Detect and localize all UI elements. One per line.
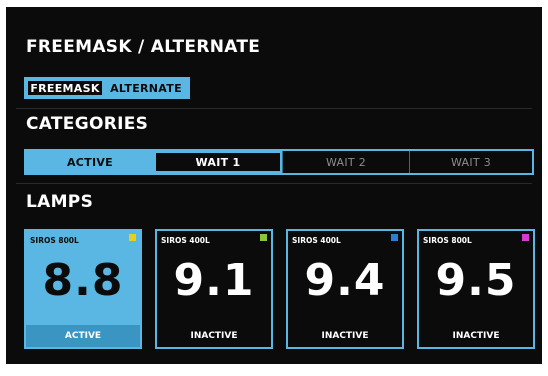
lamp-card-3[interactable]: SIROS 400L 9.4 INACTIVE bbox=[286, 229, 404, 349]
lamp-status: ACTIVE bbox=[26, 325, 140, 347]
control-panel: FREEMASK / ALTERNATE FREEMASK ALTERNATE … bbox=[6, 7, 542, 364]
lamps-title: LAMPS bbox=[26, 192, 94, 212]
lamp-status: INACTIVE bbox=[190, 331, 238, 341]
categories-title: CATEGORIES bbox=[26, 114, 149, 134]
lamp-color-swatch bbox=[522, 234, 529, 241]
lamp-value: 8.8 bbox=[42, 255, 124, 306]
lamp-card-1[interactable]: SIROS 800L 8.8 ACTIVE bbox=[24, 229, 142, 349]
divider bbox=[16, 108, 532, 109]
alternate-option[interactable]: ALTERNATE bbox=[104, 79, 188, 97]
lamp-card-4[interactable]: SIROS 800L 9.5 INACTIVE bbox=[417, 229, 535, 349]
lamp-color-swatch bbox=[260, 234, 267, 241]
tab-wait-2[interactable]: WAIT 2 bbox=[282, 151, 409, 173]
tab-active[interactable]: ACTIVE bbox=[26, 151, 154, 173]
lamp-name: SIROS 800L bbox=[30, 236, 79, 245]
tab-wait-1[interactable]: WAIT 1 bbox=[154, 151, 282, 173]
divider bbox=[16, 183, 532, 184]
lamp-value: 9.1 bbox=[173, 255, 255, 306]
lamp-value: 9.5 bbox=[435, 255, 517, 306]
lamp-color-swatch bbox=[129, 234, 136, 241]
lamp-color-swatch bbox=[391, 234, 398, 241]
lamp-name: SIROS 400L bbox=[292, 236, 341, 245]
lamp-name: SIROS 400L bbox=[161, 236, 210, 245]
lamp-status: INACTIVE bbox=[321, 331, 369, 341]
lamp-value: 9.4 bbox=[304, 255, 386, 306]
lamp-card-2[interactable]: SIROS 400L 9.1 INACTIVE bbox=[155, 229, 273, 349]
lamp-status: INACTIVE bbox=[452, 331, 500, 341]
lamp-name: SIROS 800L bbox=[423, 236, 472, 245]
freemask-title: FREEMASK / ALTERNATE bbox=[26, 37, 261, 57]
freemask-toggle: FREEMASK ALTERNATE bbox=[24, 77, 190, 99]
categories-tabs: ACTIVE WAIT 1 WAIT 2 WAIT 3 bbox=[24, 149, 534, 175]
freemask-option[interactable]: FREEMASK bbox=[26, 79, 104, 97]
tab-wait-3[interactable]: WAIT 3 bbox=[409, 151, 532, 173]
